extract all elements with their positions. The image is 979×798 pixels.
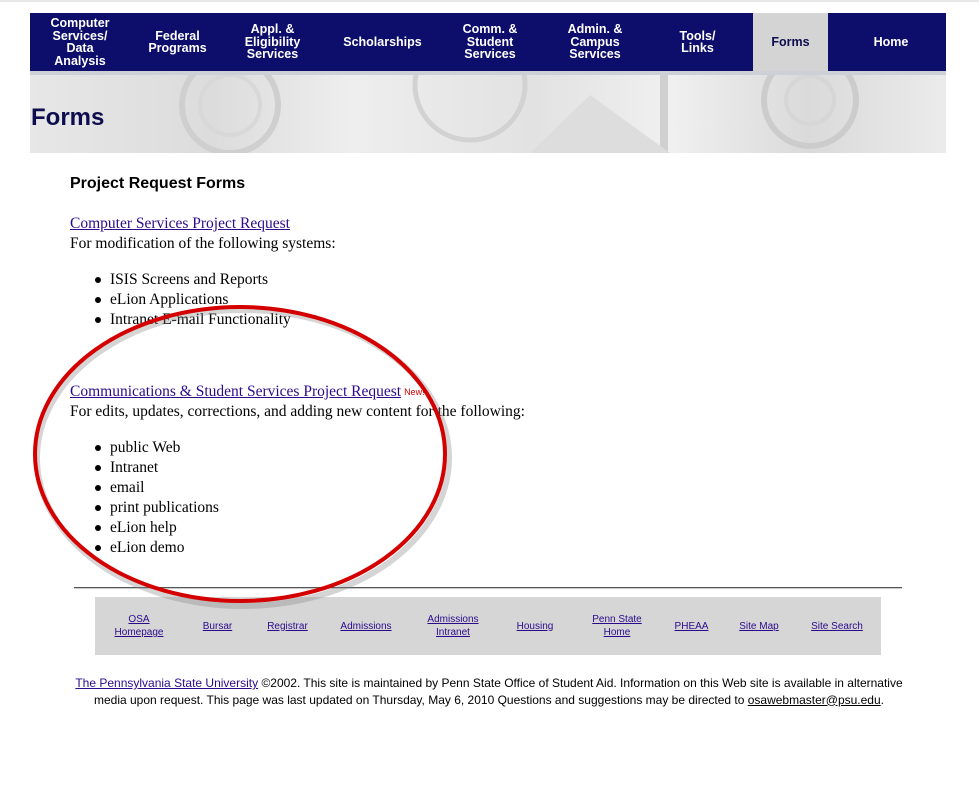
footer-link-housing[interactable]: Housing	[510, 597, 560, 655]
list-item: Intranet	[95, 458, 219, 478]
nav-home[interactable]: Home	[845, 13, 937, 71]
top-border	[0, 0, 979, 2]
list-item: eLion help	[95, 518, 219, 538]
webmaster-email-link[interactable]: osawebmaster@psu.edu	[748, 693, 881, 707]
footer-end-text: .	[880, 692, 884, 707]
nav-comm-student-services[interactable]: Comm. & Student Services	[440, 13, 540, 71]
list-item: eLion demo	[95, 538, 219, 558]
comm-link-row: Communications & Student Services Projec…	[70, 383, 425, 401]
list-item: ISIS Screens and Reports	[95, 270, 291, 290]
bullet-icon	[95, 485, 101, 491]
penn-state-university-link[interactable]: The Pennsylvania State University	[75, 676, 258, 690]
bullet-icon	[95, 545, 101, 551]
bullet-icon	[95, 465, 101, 471]
new-badge: New!	[404, 387, 425, 397]
footer-link-registrar[interactable]: Registrar	[261, 597, 314, 655]
nav-scholarships[interactable]: Scholarships	[330, 13, 435, 71]
bullet-icon	[95, 525, 101, 531]
footer-link-osa-homepage[interactable]: OSA Homepage	[107, 597, 171, 655]
list-item: print publications	[95, 498, 219, 518]
footer-link-bursar[interactable]: Bursar	[195, 597, 240, 655]
comm-student-services-project-request-link[interactable]: Communications & Student Services Projec…	[70, 383, 401, 400]
header-banner	[30, 75, 946, 153]
section-heading: Project Request Forms	[70, 175, 246, 192]
comm-services-description: For edits, updates, corrections, and add…	[70, 403, 525, 420]
footer-link-admissions[interactable]: Admissions	[335, 597, 397, 655]
footer-link-admissions-intranet[interactable]: Admissions Intranet	[421, 597, 485, 655]
list-item: public Web	[95, 438, 219, 458]
bullet-icon	[95, 505, 101, 511]
nav-admin-campus[interactable]: Admin. & Campus Services	[545, 13, 645, 71]
banner-architecture-image	[179, 75, 859, 153]
bullet-icon	[95, 445, 101, 451]
footer-divider	[74, 587, 902, 589]
computer-services-system-list: ISIS Screens and Reports eLion Applicati…	[95, 270, 291, 330]
page-title: Forms	[31, 104, 105, 131]
nav-appl-eligibility[interactable]: Appl. & Eligibility Services	[225, 13, 320, 71]
bullet-icon	[95, 277, 101, 283]
main-nav: Computer Services/ Data Analysis Federal…	[30, 13, 946, 71]
list-item: eLion Applications	[95, 290, 291, 310]
computer-services-project-request-link[interactable]: Computer Services Project Request	[70, 215, 290, 233]
footer-link-pheaa[interactable]: PHEAA	[669, 597, 714, 655]
footer-nav: OSA Homepage Bursar Registrar Admissions…	[95, 597, 881, 655]
nav-computer-services[interactable]: Computer Services/ Data Analysis	[30, 13, 130, 71]
footer-text: The Pennsylvania State University ©2002.…	[70, 675, 908, 708]
footer-link-penn-state-home[interactable]: Penn State Home	[587, 597, 647, 655]
bullet-icon	[95, 297, 101, 303]
computer-services-description: For modification of the following system…	[70, 235, 336, 252]
footer-link-site-search[interactable]: Site Search	[805, 597, 869, 655]
nav-federal-programs[interactable]: Federal Programs	[130, 13, 225, 71]
comm-services-content-list: public Web Intranet email print publicat…	[95, 438, 219, 558]
footer-link-site-map[interactable]: Site Map	[733, 597, 785, 655]
bullet-icon	[95, 317, 101, 323]
nav-tools-links[interactable]: Tools/ Links	[655, 13, 740, 71]
list-item: email	[95, 478, 219, 498]
nav-forms[interactable]: Forms	[753, 13, 828, 71]
list-item: Intranet E-mail Functionality	[95, 310, 291, 330]
